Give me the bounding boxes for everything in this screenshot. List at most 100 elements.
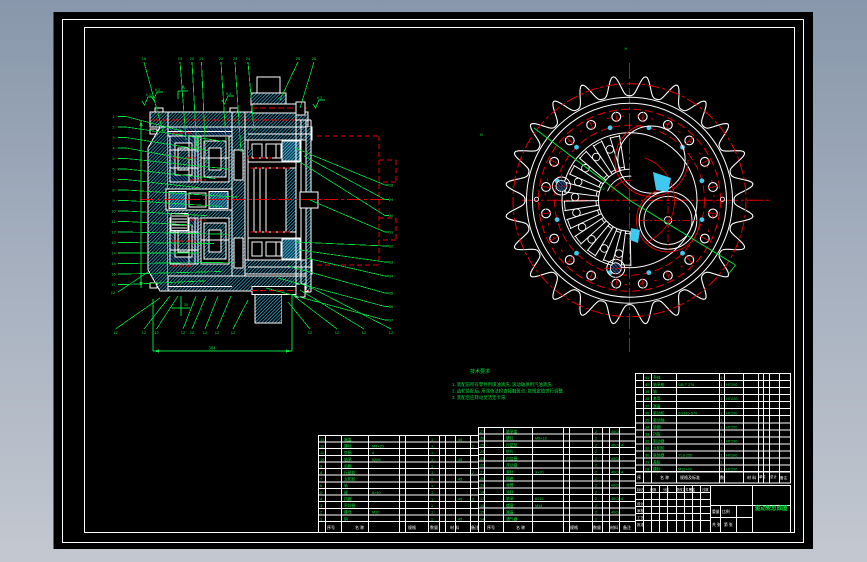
- svg-text:38: 38: [645, 397, 649, 401]
- svg-text:12: 12: [215, 330, 220, 335]
- svg-text:2: 2: [595, 430, 597, 434]
- svg-text:GB-T 276: GB-T 276: [678, 383, 694, 387]
- svg-text:1: 1: [431, 445, 433, 449]
- svg-text:1: 1: [721, 432, 723, 436]
- svg-text:12: 12: [111, 230, 116, 235]
- svg-text:第 张: 第 张: [724, 522, 733, 527]
- svg-text:19: 19: [178, 56, 183, 61]
- svg-text:45: 45: [458, 498, 462, 502]
- svg-text:端盖: 端盖: [653, 403, 661, 408]
- svg-text:1: 1: [721, 425, 723, 429]
- svg-text:备注: 备注: [780, 475, 788, 480]
- svg-text:25: 25: [296, 56, 301, 61]
- svg-text:11: 11: [320, 451, 324, 455]
- svg-text:40Cr: 40Cr: [611, 497, 620, 501]
- svg-text:2: 2: [595, 517, 597, 521]
- svg-text:14: 14: [111, 251, 116, 256]
- svg-text:4: 4: [621, 443, 623, 447]
- svg-text:挡板: 挡板: [653, 431, 661, 436]
- svg-text:6.3: 6.3: [146, 93, 151, 97]
- svg-text:6208: 6208: [372, 458, 380, 462]
- svg-text:数: 数: [720, 474, 724, 480]
- svg-text:34: 34: [645, 425, 649, 429]
- svg-text:1: 1: [721, 390, 723, 394]
- svg-text:1: 1: [721, 461, 723, 465]
- svg-text:B: B: [480, 132, 483, 137]
- svg-text:21: 21: [480, 470, 484, 474]
- svg-text:螺栓: 螺栓: [344, 444, 352, 449]
- svg-text:盖板: 盖板: [653, 460, 661, 465]
- svg-text:1: 1: [721, 376, 723, 380]
- svg-text:12: 12: [190, 330, 195, 335]
- svg-text:签名: 签名: [689, 487, 695, 492]
- svg-text:2: 2: [595, 437, 597, 441]
- svg-text:HT200: HT200: [726, 411, 737, 415]
- svg-text:密封圈: 密封圈: [344, 503, 356, 508]
- svg-text:HT200: HT200: [726, 397, 737, 401]
- svg-text:2: 2: [595, 450, 597, 454]
- svg-text:1: 1: [431, 438, 433, 442]
- svg-text:2: 2: [595, 477, 597, 481]
- svg-text:轴: 轴: [653, 389, 657, 394]
- svg-text:HT200: HT200: [726, 425, 737, 429]
- svg-text:5: 5: [320, 491, 322, 495]
- svg-text:3×20: 3×20: [535, 470, 544, 474]
- svg-text:25: 25: [480, 443, 484, 447]
- svg-text:17: 17: [111, 282, 116, 287]
- svg-text:29: 29: [389, 197, 394, 202]
- svg-text:4: 4: [621, 497, 623, 501]
- svg-text:行星架: 行星架: [506, 442, 518, 447]
- svg-text:工艺: 工艺: [637, 515, 645, 520]
- svg-text:挡圈: 挡圈: [344, 497, 352, 502]
- svg-text:日期: 日期: [702, 487, 708, 492]
- svg-text:8×40: 8×40: [372, 491, 381, 495]
- svg-text:总计: 总计: [770, 474, 777, 479]
- svg-text:35: 35: [645, 418, 649, 422]
- svg-text:1: 1: [431, 517, 433, 521]
- svg-text:行星轮: 行星轮: [344, 470, 356, 475]
- svg-text:轴承: 轴承: [506, 496, 514, 501]
- svg-text:数量: 数量: [593, 524, 601, 530]
- svg-text:12: 12: [362, 330, 367, 335]
- svg-text:M8×20: M8×20: [372, 445, 384, 449]
- svg-text:15: 15: [111, 261, 116, 266]
- svg-text:12: 12: [231, 330, 236, 335]
- svg-text:HT200: HT200: [726, 383, 737, 387]
- svg-text:销: 销: [344, 516, 348, 521]
- svg-text:名 称: 名 称: [660, 474, 669, 480]
- svg-text:2: 2: [595, 504, 597, 508]
- svg-text:12: 12: [154, 330, 159, 335]
- svg-text:轴承盖: 轴承盖: [506, 429, 518, 434]
- svg-text:3: 3: [320, 504, 322, 508]
- svg-text:31: 31: [645, 447, 649, 451]
- svg-text:2: 2: [595, 457, 597, 461]
- svg-text:15: 15: [480, 511, 484, 515]
- svg-text:端盖: 端盖: [344, 437, 352, 442]
- svg-text:36: 36: [645, 411, 649, 415]
- svg-text:垫圈: 垫圈: [653, 424, 661, 429]
- svg-text:1: 1: [431, 464, 433, 468]
- svg-text:22: 22: [219, 56, 224, 61]
- svg-text:41: 41: [645, 376, 649, 380]
- svg-text:M10: M10: [372, 511, 379, 515]
- svg-text:2. 齿轮装配后, 用涂色法检查接触斑点, 按规定值进行调整: 2. 齿轮装配后, 用涂色法检查接触斑点, 按规定值进行调整.: [452, 388, 564, 395]
- svg-text:33: 33: [389, 260, 394, 265]
- svg-text:滚针: 滚针: [506, 469, 514, 474]
- svg-text:12: 12: [111, 290, 116, 295]
- svg-text:1: 1: [431, 484, 433, 488]
- svg-text:2: 2: [595, 443, 597, 447]
- svg-text:12: 12: [335, 330, 340, 335]
- svg-text:壳体: 壳体: [653, 375, 661, 380]
- svg-text:35: 35: [389, 291, 394, 296]
- svg-text:12: 12: [320, 445, 324, 449]
- svg-text:名 称: 名 称: [355, 524, 364, 530]
- svg-text:24: 24: [246, 56, 251, 61]
- svg-text:16: 16: [480, 504, 484, 508]
- svg-text:39: 39: [645, 390, 649, 394]
- svg-text:2: 2: [472, 498, 474, 502]
- svg-text:名 称: 名 称: [516, 524, 525, 530]
- svg-text:处数: 处数: [650, 487, 657, 492]
- svg-text:内齿圈: 内齿圈: [506, 456, 518, 461]
- svg-text:40: 40: [645, 383, 649, 387]
- svg-text:端盖: 端盖: [506, 510, 514, 515]
